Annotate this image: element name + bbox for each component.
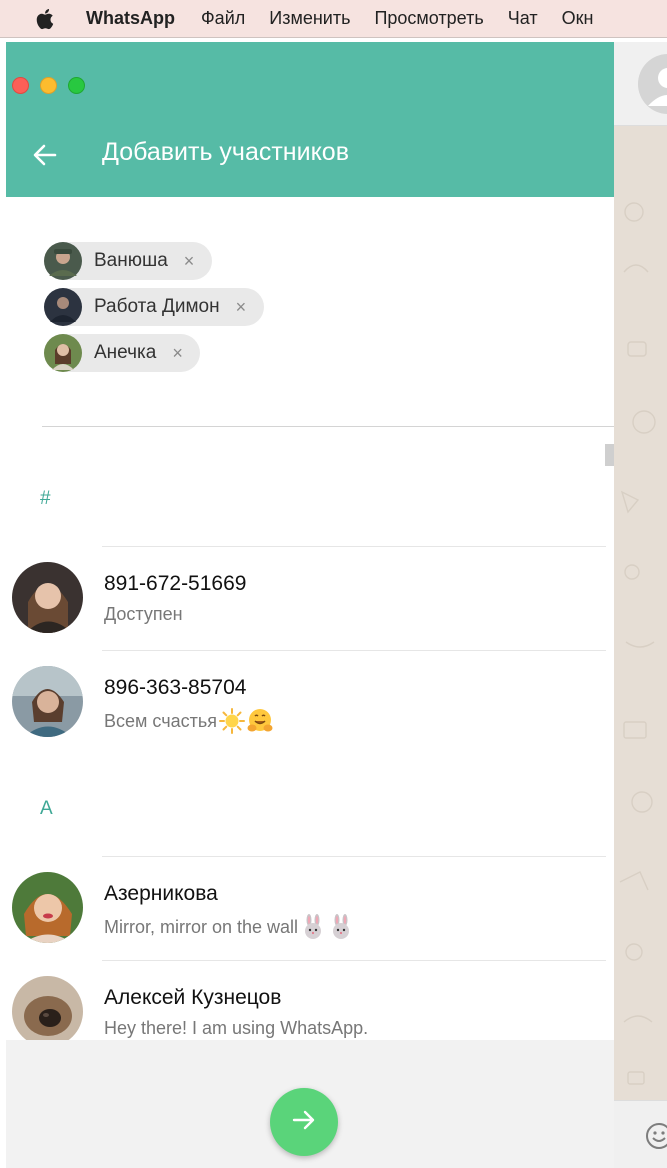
page-title: Добавить участников <box>102 138 349 166</box>
contact-status: Mirror, mirror on the wall <box>104 914 354 940</box>
window-close-button[interactable] <box>12 77 29 94</box>
rabbit-emoji-icon <box>300 914 326 940</box>
chat-composer-bar <box>614 1100 667 1168</box>
emoji-picker-icon[interactable] <box>644 1121 667 1151</box>
contact-status: Всем счастья <box>104 708 273 734</box>
add-participants-panel: Добавить участников Ванюша × Работа Димо… <box>6 42 614 1168</box>
contact-row[interactable]: 891-672-51669 Доступен <box>6 546 606 650</box>
participant-chip: Работа Димон × <box>44 288 264 326</box>
avatar <box>12 872 83 943</box>
menu-edit[interactable]: Изменить <box>269 8 350 29</box>
arrow-left-icon[interactable] <box>30 140 60 170</box>
avatar <box>44 334 82 372</box>
status-text: Mirror, mirror on the wall <box>104 916 299 937</box>
contact-name: 896-363-85704 <box>104 676 247 699</box>
window-minimize-button[interactable] <box>40 77 57 94</box>
avatar <box>12 976 83 1047</box>
panel-header: Добавить участников <box>6 42 614 197</box>
close-icon[interactable]: × <box>236 297 250 317</box>
avatar <box>44 288 82 326</box>
avatar[interactable] <box>638 54 667 114</box>
contact-row[interactable]: Азерникова Mirror, mirror on the wall <box>6 856 606 960</box>
participant-chip: Анечка × <box>44 334 201 372</box>
menu-chat[interactable]: Чат <box>508 8 538 29</box>
contact-status: Доступен <box>104 604 183 624</box>
contact-name: 891-672-51669 <box>104 572 247 595</box>
row-divider <box>102 650 606 651</box>
doodle-pattern <box>619 202 656 1085</box>
section-header-hash: # <box>40 488 51 509</box>
section-header-a: A <box>40 798 53 819</box>
menu-app-name[interactable]: WhatsApp <box>86 8 175 29</box>
apple-icon[interactable] <box>36 8 60 30</box>
avatar <box>12 666 83 737</box>
menu-view[interactable]: Просмотреть <box>374 8 483 29</box>
participant-name: Работа Димон <box>94 296 220 317</box>
row-divider <box>102 856 606 857</box>
rabbit-emoji-icon <box>328 914 354 940</box>
sun-emoji-icon <box>218 708 245 734</box>
status-text: Всем счастья <box>104 710 217 731</box>
next-button[interactable] <box>270 1088 338 1156</box>
avatar <box>12 562 83 633</box>
menu-file[interactable]: Файл <box>201 8 245 29</box>
close-icon[interactable]: × <box>172 343 186 363</box>
panel-footer <box>6 1040 614 1168</box>
chat-background-pane <box>614 42 667 1168</box>
window-zoom-button[interactable] <box>68 77 85 94</box>
hugging-face-emoji-icon <box>247 708 273 734</box>
close-icon[interactable]: × <box>184 251 198 271</box>
contact-name: Алексей Кузнецов <box>104 986 282 1009</box>
menu-bar: WhatsApp Файл Изменить Просмотреть Чат О… <box>0 0 667 38</box>
contact-row[interactable]: 896-363-85704 Всем счастья <box>6 650 606 754</box>
participant-name: Ванюша <box>94 250 168 271</box>
scrollbar-thumb[interactable] <box>605 444 614 466</box>
row-divider <box>102 546 606 547</box>
menu-window[interactable]: Окн <box>562 8 594 29</box>
participant-name: Анечка <box>94 342 157 363</box>
row-divider <box>102 960 606 961</box>
participant-chip: Ванюша × <box>44 242 212 280</box>
contact-status: Hey there! I am using WhatsApp. <box>104 1018 369 1038</box>
avatar <box>44 242 82 280</box>
chat-header <box>614 42 667 126</box>
arrow-right-icon <box>291 1107 317 1138</box>
search-divider <box>42 426 614 427</box>
contact-name: Азерникова <box>104 882 218 905</box>
